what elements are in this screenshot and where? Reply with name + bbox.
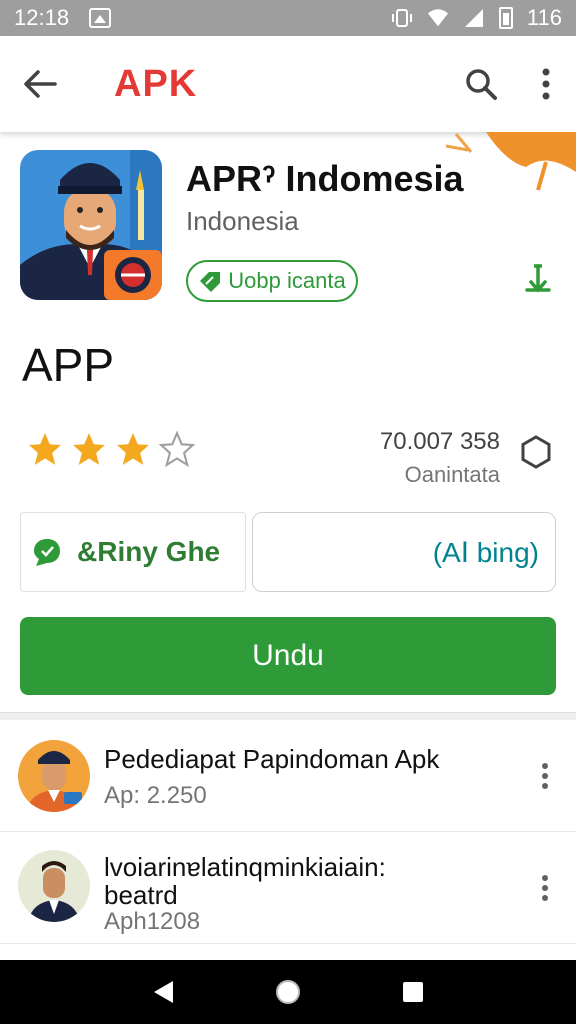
nav-home-button[interactable] bbox=[263, 967, 313, 1017]
pilot-avatar-icon bbox=[20, 150, 162, 300]
list-item[interactable]: Pedediapat Papindoman Apk Ap: 2.250 bbox=[0, 720, 576, 832]
search-icon bbox=[466, 69, 497, 100]
status-time: 12:18 bbox=[14, 5, 70, 30]
section-title: APP bbox=[22, 339, 115, 391]
list-item-avatar bbox=[18, 740, 90, 812]
app-icon[interactable] bbox=[20, 150, 162, 300]
square-recents-icon bbox=[403, 982, 424, 1002]
app-name: APRˀ Indomesia bbox=[186, 158, 464, 199]
star-rating bbox=[26, 430, 196, 468]
nav-recents-button[interactable] bbox=[388, 967, 438, 1017]
list-item-subtitle: Aph1208 bbox=[104, 908, 201, 935]
battery-level: 116 bbox=[526, 5, 562, 30]
category-chip[interactable]: Uobp icanta bbox=[186, 260, 358, 302]
back-button[interactable] bbox=[0, 36, 80, 132]
list-item-more-button[interactable] bbox=[530, 756, 560, 796]
star-empty-icon bbox=[158, 430, 196, 468]
person-avatar-icon bbox=[18, 740, 90, 812]
rating-row: 70.007 358 Oanintata bbox=[0, 420, 576, 490]
list-item-more-button[interactable] bbox=[530, 868, 560, 908]
tag-icon bbox=[200, 272, 221, 292]
app-bar-title: APK bbox=[114, 62, 198, 105]
secondary-button[interactable]: (AⅠ bing) bbox=[252, 512, 556, 592]
chat-bubble-icon bbox=[34, 539, 60, 566]
star-filled-icon bbox=[117, 433, 149, 465]
app-header: APRˀ Indomesia Indonesia Uobp icanta bbox=[0, 132, 576, 322]
app-bar-actions bbox=[446, 36, 576, 132]
triangle-back-icon bbox=[153, 981, 173, 1003]
chat-button[interactable]: &Riny Ghe bbox=[20, 512, 246, 592]
category-chip-label: Uobp icanta bbox=[228, 268, 346, 293]
action-row: &Riny Ghe (AⅠ bing) bbox=[20, 512, 556, 592]
overflow-menu-button[interactable] bbox=[516, 36, 576, 132]
vibrate-icon bbox=[391, 7, 413, 29]
wifi-icon bbox=[427, 7, 449, 29]
star-filled-icon bbox=[29, 433, 61, 465]
section-divider bbox=[0, 712, 576, 720]
chat-button-label: &Riny Ghe bbox=[77, 536, 221, 567]
status-bar: 12:18 116 bbox=[0, 0, 576, 36]
downloads-info: 70.007 358 Oanintata bbox=[380, 428, 500, 488]
hexagon-icon bbox=[521, 435, 551, 469]
download-button-label: Undu bbox=[252, 639, 324, 672]
search-button[interactable] bbox=[446, 36, 516, 132]
list-item[interactable]: lvoiarinɐlatinqminkiaiain: beatrd Aph120… bbox=[0, 832, 576, 944]
system-nav-bar bbox=[0, 960, 576, 1024]
star-filled-icon bbox=[73, 433, 105, 465]
install-icon[interactable] bbox=[520, 262, 556, 298]
list-item-title: Pedediapat Papindoman Apk bbox=[104, 744, 440, 774]
list-item-title: lvoiarinɐlatinqminkiaiain: bbox=[104, 852, 386, 882]
gallery-icon bbox=[89, 8, 112, 28]
list-item-avatar bbox=[18, 850, 90, 922]
download-label: Oanintata bbox=[404, 462, 500, 487]
download-count: 70.007 358 bbox=[379, 428, 500, 455]
more-vert-icon bbox=[542, 875, 548, 901]
download-button[interactable]: Undu bbox=[20, 617, 556, 695]
more-vert-icon bbox=[542, 763, 548, 789]
signal-icon bbox=[463, 7, 485, 29]
list-item-title-line2: beatrd bbox=[104, 880, 178, 910]
more-vert-icon bbox=[542, 68, 550, 100]
circle-home-icon bbox=[275, 980, 300, 1004]
developer-name[interactable]: Indonesia bbox=[186, 206, 299, 237]
app-bar: APK bbox=[0, 36, 576, 132]
person-avatar-icon bbox=[18, 850, 90, 922]
battery-icon bbox=[498, 7, 513, 29]
secondary-button-label: (AⅠ bing) bbox=[432, 536, 539, 568]
list-item-subtitle: Ap: 2.250 bbox=[104, 782, 207, 809]
status-icons: 116 bbox=[391, 5, 562, 31]
nav-back-button[interactable] bbox=[138, 967, 188, 1017]
arrow-back-icon bbox=[24, 70, 57, 98]
